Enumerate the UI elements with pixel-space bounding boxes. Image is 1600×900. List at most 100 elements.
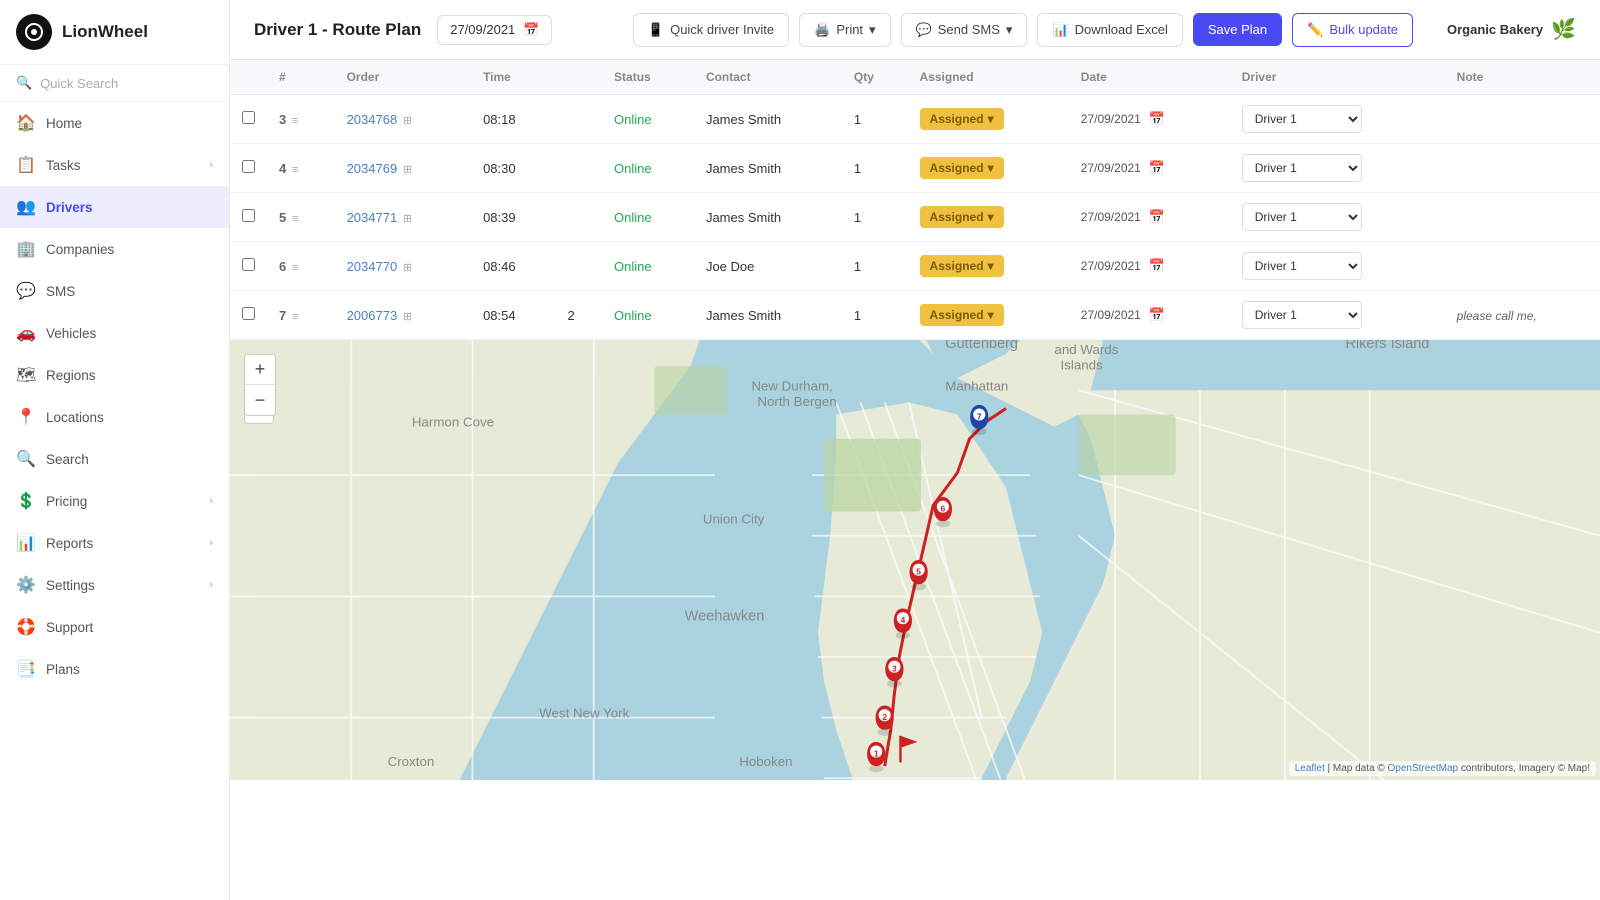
row-num: 6 ≡ <box>267 242 335 291</box>
calendar-icon: 📅 <box>523 22 539 38</box>
col-time: Time <box>471 60 555 95</box>
row-packages <box>555 95 602 144</box>
row-date: 27/09/2021 📅 <box>1069 193 1230 242</box>
row-order[interactable]: 2006773 ⊞ <box>335 291 472 340</box>
sidebar-item-reports[interactable]: 📊 Reports › <box>0 522 229 564</box>
zoom-out-button[interactable]: − <box>245 385 275 415</box>
quick-invite-button[interactable]: 📱 Quick driver Invite <box>633 13 789 47</box>
nav-icon-search: 🔍 <box>16 449 36 469</box>
row-note <box>1445 193 1600 242</box>
nav-label-sms: SMS <box>46 284 75 299</box>
print-button[interactable]: 🖨️ Print ▾ <box>799 13 890 47</box>
row-driver[interactable]: Driver 1 <box>1230 144 1445 193</box>
row-assigned[interactable]: Assigned ▾ <box>908 144 1069 193</box>
nav-label-tasks: Tasks <box>46 158 81 173</box>
nav-label-search: Search <box>46 452 89 467</box>
row-driver[interactable]: Driver 1 <box>1230 193 1445 242</box>
nav-label-home: Home <box>46 116 82 131</box>
svg-text:7: 7 <box>977 411 982 421</box>
sidebar-item-support[interactable]: 🛟 Support <box>0 606 229 648</box>
row-checkbox[interactable] <box>230 193 267 242</box>
copy-icon: ⊞ <box>403 262 412 274</box>
col-qty: Qty <box>842 60 908 95</box>
col-assigned: Assigned <box>908 60 1069 95</box>
copy-icon: ⊞ <box>403 164 412 176</box>
svg-text:Weehawken: Weehawken <box>685 609 765 625</box>
row-assigned[interactable]: Assigned ▾ <box>908 291 1069 340</box>
row-order[interactable]: 2034768 ⊞ <box>335 95 472 144</box>
sidebar-item-companies[interactable]: 🏢 Companies <box>0 228 229 270</box>
date-picker[interactable]: 27/09/2021 📅 <box>437 15 552 45</box>
nav-icon-plans: 📑 <box>16 659 36 679</box>
chevron-icon-settings: › <box>209 579 213 591</box>
row-checkbox[interactable] <box>230 95 267 144</box>
sidebar-item-tasks[interactable]: 📋 Tasks › <box>0 144 229 186</box>
row-num: 5 ≡ <box>267 193 335 242</box>
sidebar-item-locations[interactable]: 📍 Locations <box>0 396 229 438</box>
row-driver[interactable]: Driver 1 <box>1230 242 1445 291</box>
sidebar-item-pricing[interactable]: 💲 Pricing › <box>0 480 229 522</box>
nav-icon-regions: 🗺 <box>16 365 36 385</box>
calendar-icon: 📅 <box>1148 209 1164 224</box>
row-order[interactable]: 2034769 ⊞ <box>335 144 472 193</box>
sidebar: LionWheel 🔍 Quick Search 🏠 Home 📋 Tasks … <box>0 0 230 900</box>
nav-items: 🏠 Home 📋 Tasks › 👥 Drivers 🏢 Companies 💬… <box>0 102 229 690</box>
sidebar-item-drivers[interactable]: 👥 Drivers <box>0 186 229 228</box>
nav-icon-vehicles: 🚗 <box>16 323 36 343</box>
svg-text:1: 1 <box>874 748 879 758</box>
row-qty: 1 <box>842 193 908 242</box>
print-chevron-icon: ▾ <box>869 22 876 38</box>
nav-label-pricing: Pricing <box>46 494 87 509</box>
row-checkbox[interactable] <box>230 291 267 340</box>
row-num: 4 ≡ <box>267 144 335 193</box>
row-note: please call me, <box>1445 291 1600 340</box>
svg-text:5: 5 <box>916 567 921 577</box>
col-driver: Driver <box>1230 60 1445 95</box>
send-sms-button[interactable]: 💬 Send SMS ▾ <box>901 13 1028 47</box>
row-status: Online <box>602 95 694 144</box>
copy-icon: ⊞ <box>403 213 412 225</box>
map-pin-1: 1 <box>867 742 885 772</box>
row-driver[interactable]: Driver 1 <box>1230 291 1445 340</box>
sidebar-search[interactable]: 🔍 Quick Search <box>0 65 229 102</box>
date-value: 27/09/2021 <box>450 22 515 37</box>
svg-text:North Bergen: North Bergen <box>757 394 836 409</box>
row-order[interactable]: 2034770 ⊞ <box>335 242 472 291</box>
sidebar-item-home[interactable]: 🏠 Home <box>0 102 229 144</box>
row-time: 08:30 <box>471 144 555 193</box>
row-contact: Joe Doe <box>694 242 842 291</box>
page-title: Driver 1 - Route Plan <box>254 20 421 40</box>
nav-icon-home: 🏠 <box>16 113 36 133</box>
row-packages <box>555 144 602 193</box>
row-driver[interactable]: Driver 1 <box>1230 95 1445 144</box>
row-checkbox[interactable] <box>230 242 267 291</box>
org-leaf-icon: 🌿 <box>1551 17 1576 42</box>
sidebar-item-settings[interactable]: ⚙️ Settings › <box>0 564 229 606</box>
row-assigned[interactable]: Assigned ▾ <box>908 193 1069 242</box>
sidebar-item-plans[interactable]: 📑 Plans <box>0 648 229 690</box>
row-contact: James Smith <box>694 144 842 193</box>
logo-icon <box>16 14 52 50</box>
row-time: 08:46 <box>471 242 555 291</box>
bulk-update-button[interactable]: ✏️ Bulk update <box>1292 13 1413 47</box>
row-time: 08:39 <box>471 193 555 242</box>
sidebar-item-sms[interactable]: 💬 SMS <box>0 270 229 312</box>
save-plan-button[interactable]: Save Plan <box>1193 13 1282 46</box>
row-assigned[interactable]: Assigned ▾ <box>908 95 1069 144</box>
row-checkbox[interactable] <box>230 144 267 193</box>
nav-label-plans: Plans <box>46 662 80 677</box>
row-num: 3 ≡ <box>267 95 335 144</box>
sidebar-item-search[interactable]: 🔍 Search <box>0 438 229 480</box>
col-note: Note <box>1445 60 1600 95</box>
svg-text:4: 4 <box>901 615 906 625</box>
svg-text:6: 6 <box>941 504 946 514</box>
sidebar-item-regions[interactable]: 🗺 Regions <box>0 354 229 396</box>
row-assigned[interactable]: Assigned ▾ <box>908 242 1069 291</box>
row-contact: James Smith <box>694 291 842 340</box>
row-qty: 1 <box>842 144 908 193</box>
zoom-in-button[interactable]: + <box>245 355 275 385</box>
row-order[interactable]: 2034771 ⊞ <box>335 193 472 242</box>
chevron-icon-reports: › <box>209 537 213 549</box>
download-excel-button[interactable]: 📊 Download Excel <box>1037 13 1182 47</box>
sidebar-item-vehicles[interactable]: 🚗 Vehicles <box>0 312 229 354</box>
